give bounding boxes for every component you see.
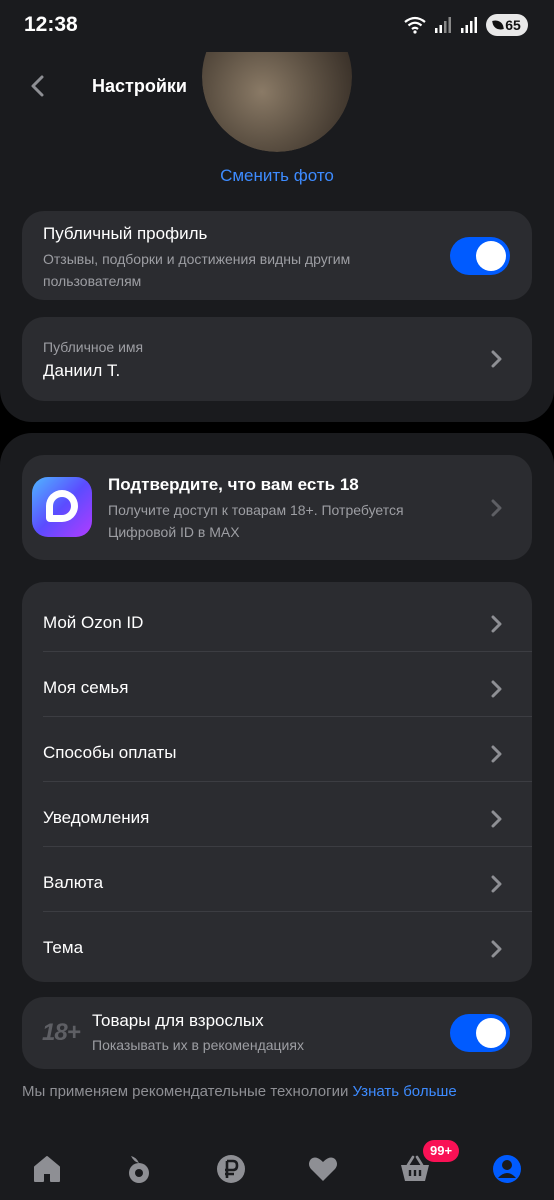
menu-item-label: Мой Ozon ID bbox=[43, 613, 144, 632]
status-bar: 12:38 65 bbox=[0, 0, 554, 52]
battery-level: 65 bbox=[505, 17, 521, 33]
home-icon bbox=[34, 1156, 60, 1182]
tab-profile[interactable] bbox=[490, 1152, 524, 1186]
tab-favorites[interactable] bbox=[306, 1152, 340, 1186]
max-app-icon bbox=[32, 477, 92, 537]
adult-goods-card: 18+ Товары для взрослых Показывать их в … bbox=[22, 997, 532, 1069]
public-name-label: Публичное имя bbox=[43, 339, 144, 355]
recommendation-note-text: Мы применяем рекомендательные технологии bbox=[22, 1083, 349, 1100]
chevron-right-icon bbox=[487, 745, 505, 763]
tab-fresh[interactable] bbox=[122, 1152, 156, 1186]
chevron-right-icon bbox=[487, 680, 505, 698]
chevron-right-icon bbox=[487, 350, 505, 368]
public-profile-toggle[interactable] bbox=[450, 237, 510, 275]
toggle-knob bbox=[476, 241, 506, 271]
chevron-right-icon bbox=[487, 875, 505, 893]
menu-item-family[interactable]: Моя семья bbox=[22, 652, 532, 717]
public-name-row[interactable]: Публичное имя Даниил Т. bbox=[22, 317, 532, 401]
menu-item-currency[interactable]: Валюта bbox=[22, 847, 532, 912]
menu-item-ozon-id[interactable]: Мой Ozon ID bbox=[22, 587, 532, 652]
age-verification-card[interactable]: Подтвердите, что вам есть 18 Получите до… bbox=[22, 455, 532, 560]
tab-bar bbox=[0, 1140, 554, 1200]
page-title: Настройки bbox=[92, 76, 187, 96]
chevron-right-icon bbox=[487, 810, 505, 828]
menu-item-label: Уведомления bbox=[43, 808, 150, 827]
public-profile-subtitle: Отзывы, подборки и достижения видны друг… bbox=[43, 251, 351, 289]
learn-more-link[interactable]: Узнать больше bbox=[353, 1083, 457, 1100]
heart-icon bbox=[309, 1157, 337, 1181]
menu-item-theme[interactable]: Тема bbox=[22, 912, 532, 977]
public-name-value: Даниил Т. bbox=[43, 361, 121, 380]
chevron-right-icon bbox=[487, 499, 505, 517]
cart-badge: 99+ bbox=[423, 1140, 460, 1162]
signal-icon-2 bbox=[461, 17, 477, 33]
adult-goods-subtitle: Показывать их в рекомендациях bbox=[92, 1037, 304, 1053]
fresh-icon bbox=[129, 1156, 149, 1183]
menu-item-label: Моя семья bbox=[43, 678, 129, 697]
toggle-knob bbox=[476, 1018, 506, 1048]
public-profile-title: Публичный профиль bbox=[43, 224, 208, 243]
recommendation-note: Мы применяем рекомендательные технологии… bbox=[22, 1083, 457, 1100]
chevron-right-icon bbox=[487, 615, 505, 633]
tab-finance[interactable] bbox=[214, 1152, 248, 1186]
status-time: 12:38 bbox=[24, 13, 78, 36]
adult-18-icon: 18+ bbox=[42, 1019, 81, 1046]
adult-goods-title: Товары для взрослых bbox=[92, 1011, 264, 1030]
menu-item-label: Способы оплаты bbox=[43, 743, 177, 762]
chevron-left-icon bbox=[31, 75, 44, 97]
ruble-icon bbox=[217, 1155, 245, 1183]
menu-item-notifications[interactable]: Уведомления bbox=[22, 782, 532, 847]
leaf-icon bbox=[492, 19, 504, 31]
change-photo-link[interactable]: Сменить фото bbox=[0, 166, 554, 186]
settings-menu: Мой Ozon ID Моя семья Способы оплаты Уве… bbox=[22, 582, 532, 982]
menu-item-label: Валюта bbox=[43, 873, 104, 892]
tab-home[interactable] bbox=[30, 1152, 64, 1186]
battery-indicator: 65 bbox=[486, 14, 528, 36]
age-verification-subtitle: Получите доступ к товарам 18+. Потребует… bbox=[108, 502, 404, 540]
menu-item-payment[interactable]: Способы оплаты bbox=[22, 717, 532, 782]
age-verification-title: Подтвердите, что вам есть 18 bbox=[108, 475, 359, 494]
back-button[interactable] bbox=[24, 72, 52, 100]
public-profile-card: Публичный профиль Отзывы, подборки и дос… bbox=[22, 211, 532, 300]
profile-icon bbox=[493, 1155, 521, 1183]
chevron-right-icon bbox=[487, 940, 505, 958]
wifi-icon bbox=[404, 16, 426, 34]
max-logo-ring bbox=[46, 490, 78, 522]
menu-item-label: Тема bbox=[43, 938, 84, 957]
status-icons: 65 bbox=[404, 14, 528, 36]
adult-goods-toggle[interactable] bbox=[450, 1014, 510, 1052]
signal-icon bbox=[435, 17, 451, 33]
